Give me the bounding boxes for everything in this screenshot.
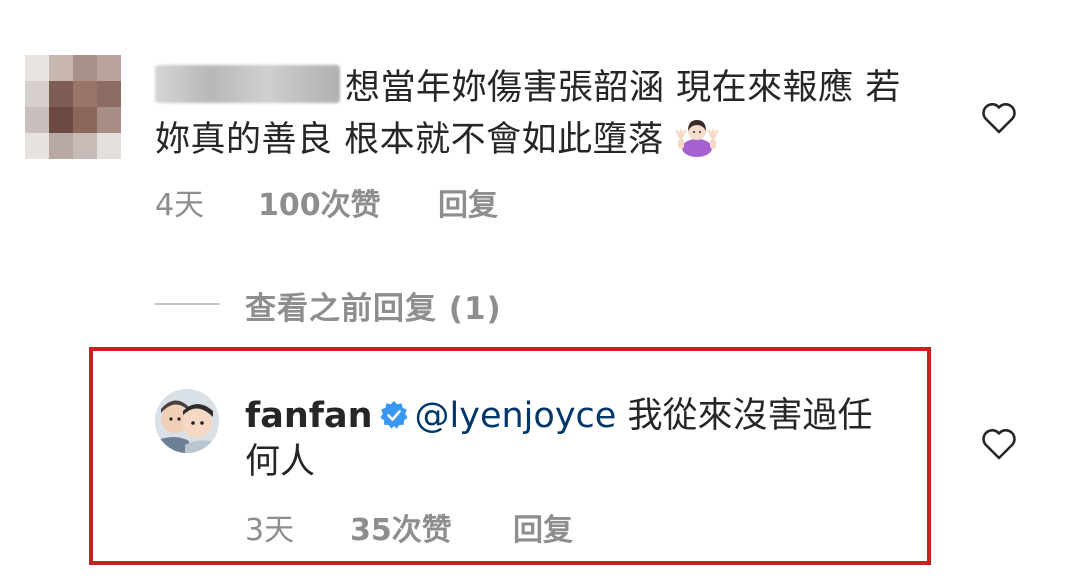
reply-reply-button[interactable]: 回复 (513, 505, 573, 549)
comment-reply-button[interactable]: 回复 (438, 180, 498, 224)
reply-text-block: fanfan @lyenjoyce 我從來沒害過任何人 (245, 393, 895, 485)
comment-text-block: 想當年妳傷害張韶涵 現在來報應 若妳真的善良 根本就不會如此墮落 (155, 62, 915, 166)
mention-link[interactable]: @lyenjoyce (415, 396, 617, 436)
commenter-avatar-blurred[interactable] (25, 55, 121, 159)
verified-badge-icon (379, 396, 409, 429)
replier-avatar[interactable] (155, 389, 219, 453)
comment-text: 想當年妳傷害張韶涵 現在來報應 若妳真的善良 根本就不會如此墮落 (155, 68, 901, 160)
shrug-emoji-icon (675, 117, 719, 157)
reply-timestamp: 3天 (245, 513, 295, 548)
heart-icon[interactable] (981, 102, 1017, 134)
comment-likes-count[interactable]: 100次赞 (258, 180, 381, 224)
replier-username[interactable]: fanfan (245, 396, 373, 436)
comment-timestamp: 4天 (155, 188, 205, 223)
replies-divider (155, 303, 220, 305)
reply-likes-count[interactable]: 35次赞 (350, 505, 452, 549)
heart-icon[interactable] (981, 428, 1017, 460)
view-previous-replies-button[interactable]: 查看之前回复 (1) (245, 283, 502, 328)
